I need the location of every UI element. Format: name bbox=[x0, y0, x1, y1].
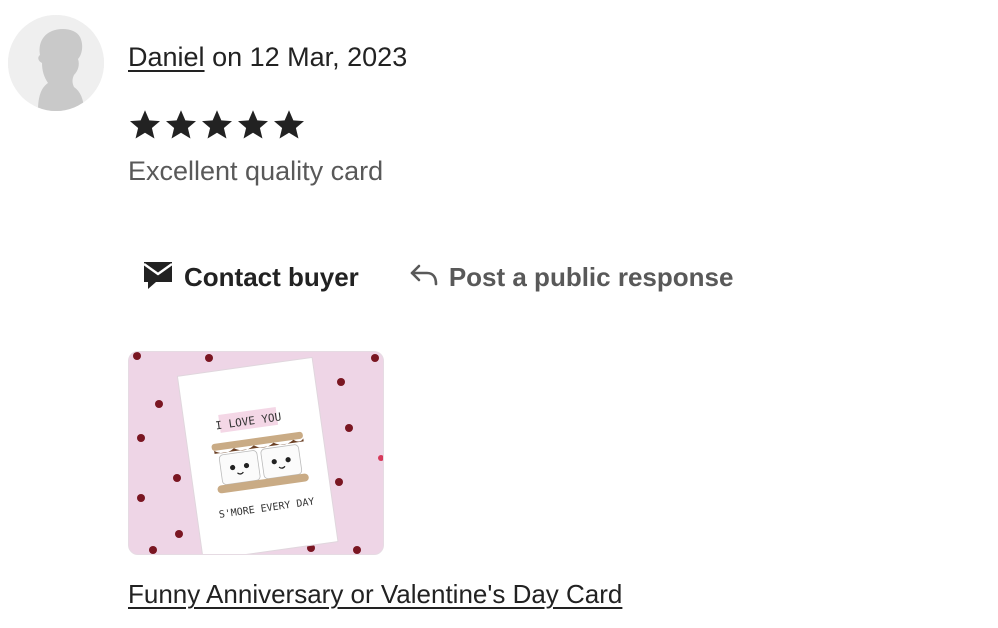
reviewer-line: Daniel on 12 Mar, 2023 bbox=[128, 40, 407, 74]
review-date: on 12 Mar, 2023 bbox=[212, 42, 408, 72]
star-icon bbox=[199, 106, 235, 144]
listing-thumbnail[interactable]: I LOVE YOU S'MORE EVERY DAY bbox=[128, 351, 384, 555]
reply-arrow-icon bbox=[409, 262, 439, 293]
review-actions: Contact buyer Post a public response bbox=[142, 260, 733, 295]
review-text: Excellent quality card bbox=[128, 156, 384, 186]
star-icon bbox=[163, 106, 199, 144]
star-icon bbox=[127, 106, 163, 144]
avatar[interactable] bbox=[8, 15, 104, 111]
contact-buyer-label: Contact buyer bbox=[184, 262, 359, 292]
post-public-response-label: Post a public response bbox=[448, 262, 734, 292]
star-rating bbox=[127, 106, 307, 144]
user-silhouette-icon bbox=[8, 15, 104, 111]
envelope-chat-icon bbox=[142, 260, 174, 295]
listing-title-link[interactable]: Funny Anniversary or Valentine's Day Car… bbox=[128, 577, 622, 611]
star-icon bbox=[271, 106, 307, 144]
review-card: Daniel on 12 Mar, 2023 Excellent quality… bbox=[0, 0, 998, 628]
contact-buyer-button[interactable]: Contact buyer bbox=[142, 260, 359, 295]
card-product-image: I LOVE YOU S'MORE EVERY DAY bbox=[129, 352, 383, 554]
post-public-response-button[interactable]: Post a public response bbox=[409, 262, 734, 293]
star-icon bbox=[235, 106, 271, 144]
reviewer-name-link[interactable]: Daniel bbox=[128, 42, 205, 72]
